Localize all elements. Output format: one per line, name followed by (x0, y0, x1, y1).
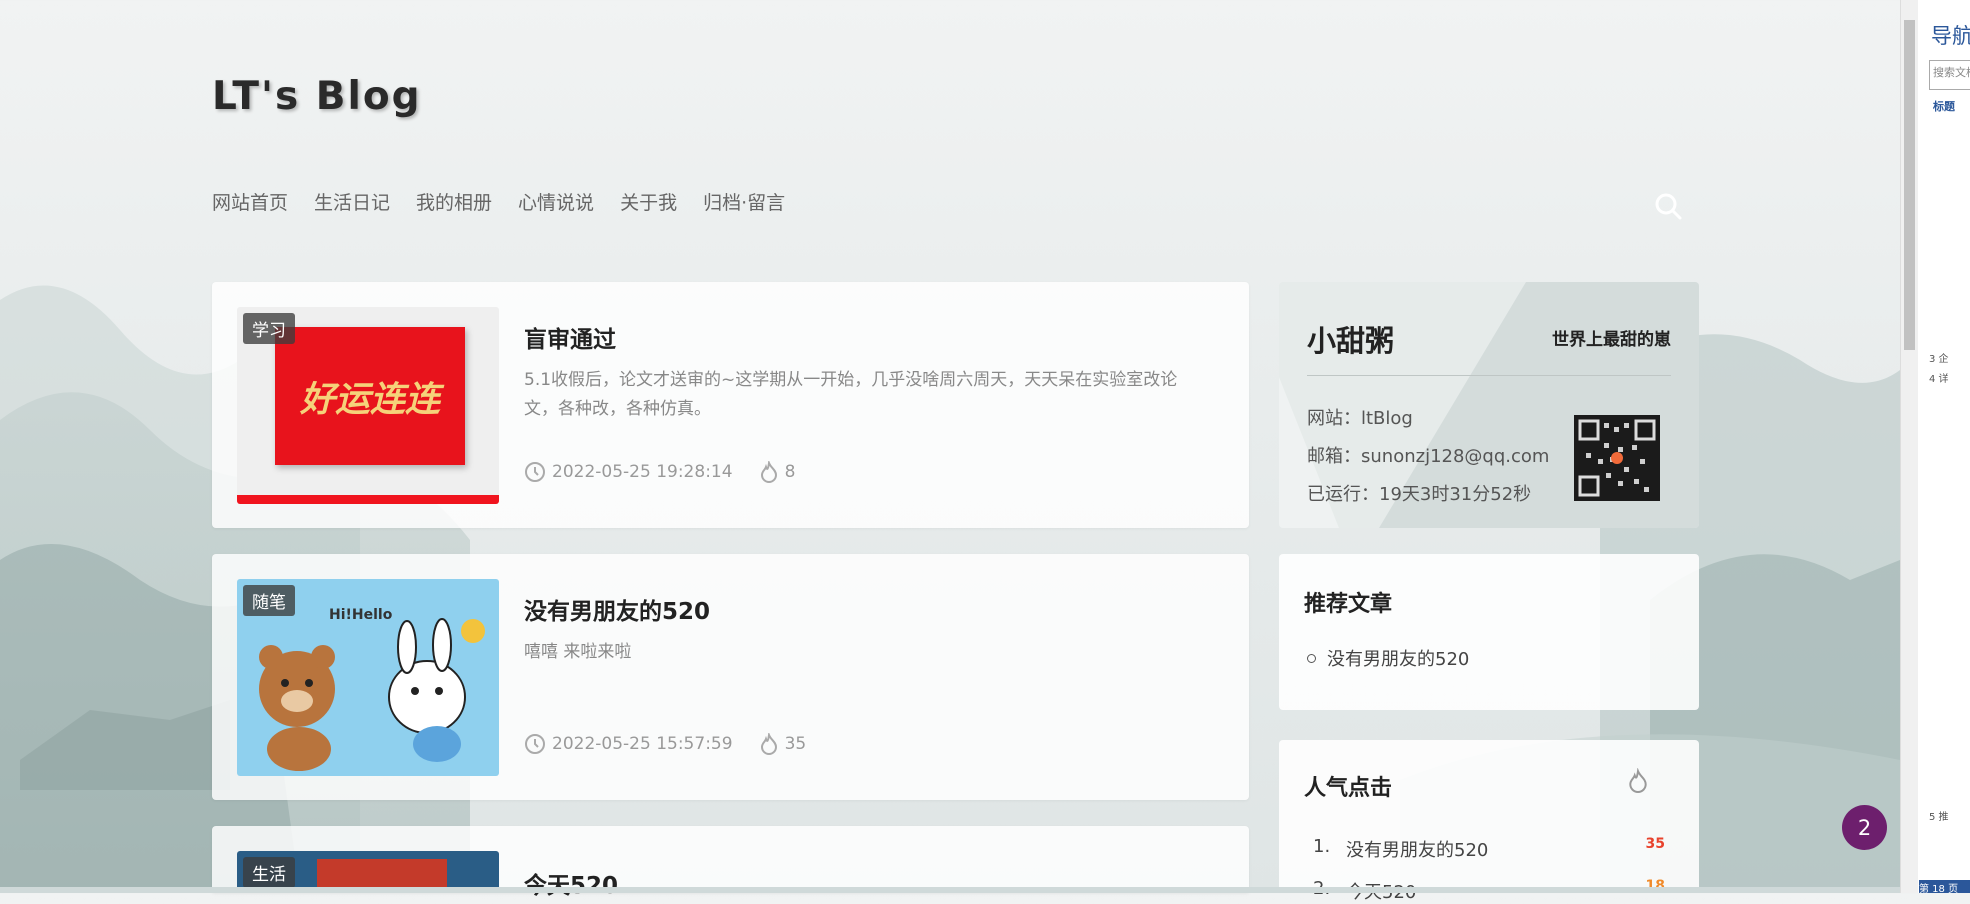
article-meta: 2022-05-25 15:57:59 35 (524, 733, 806, 755)
notification-badge[interactable]: 2 (1842, 805, 1887, 850)
recommended-item-label[interactable]: 没有男朋友的520 (1327, 645, 1469, 671)
article-excerpt: 5.1收假后，论文才送审的~这学期从一开始，几乎没啥周六周天，天天呆在实验室改论… (524, 370, 1178, 419)
main-nav: 网站首页 生活日记 我的相册 心情说说 关于我 归档·留言 (212, 188, 785, 215)
thumbnail-text: 好运连连 (299, 378, 440, 420)
popular-item[interactable]: 1. 没有男朋友的520 35 (1313, 836, 1665, 862)
nav-item-diary[interactable]: 生活日记 (314, 188, 390, 215)
article-title[interactable]: 今天520 (524, 866, 618, 900)
popular-rank: 1. (1313, 836, 1331, 857)
doc-heading-node[interactable]: 5 推 (1929, 808, 1949, 823)
nav-item-about[interactable]: 关于我 (620, 188, 677, 215)
doc-tab-headings[interactable]: 标题 (1933, 98, 1955, 114)
popular-item-title[interactable]: 没有男朋友的520 (1346, 836, 1646, 862)
article-card[interactable]: 好运连连 学习 盲审通过 5.1收假后，论文才送审的~这学期从一开始，几乎没啥周… (212, 282, 1249, 528)
qr-code (1574, 415, 1660, 501)
doc-heading-node[interactable]: 3 企 (1929, 350, 1949, 365)
article-card[interactable]: 生活 今天520 (212, 826, 1249, 899)
category-tag[interactable]: 学习 (243, 313, 295, 344)
thumbnail-stripe (237, 495, 499, 504)
nav-item-archive[interactable]: 归档·留言 (703, 188, 785, 215)
profile-email: 邮箱：sunonzj128@qq.com (1307, 446, 1550, 467)
recommended-widget: 推荐文章 没有男朋友的520 (1279, 554, 1699, 710)
site-title[interactable]: LT's Blog (212, 74, 422, 119)
nav-item-album[interactable]: 我的相册 (416, 188, 492, 215)
thumbnail-red-card: 好运连连 (275, 327, 465, 465)
profile-divider (1307, 375, 1671, 376)
article-title[interactable]: 盲审通过 (524, 320, 616, 354)
recommended-item[interactable]: 没有男朋友的520 (1307, 645, 1469, 671)
article-thumbnail[interactable]: Hi!Hello 随笔 (237, 579, 499, 776)
category-tag[interactable]: 随笔 (243, 585, 295, 616)
profile-uptime: 已运行：19天3时31分52秒 (1307, 484, 1532, 505)
document-navigation-panel: 导航 搜索文档 标题 3 企 4 详 5 推 第 18 页 (1900, 0, 1970, 893)
popular-title: 人气点击 (1304, 776, 1393, 801)
search-icon[interactable] (1653, 191, 1683, 221)
fire-icon (1629, 768, 1647, 793)
bottom-edge (0, 887, 1900, 893)
popular-item-count: 35 (1645, 836, 1665, 852)
clock-icon (525, 462, 545, 482)
recommended-title: 推荐文章 (1304, 592, 1393, 617)
article-title[interactable]: 没有男朋友的520 (524, 592, 710, 626)
profile-motto: 世界上最甜的崽 (1552, 330, 1671, 350)
article-thumbnail[interactable]: 好运连连 学习 (237, 307, 499, 504)
nav-item-mood[interactable]: 心情说说 (518, 188, 594, 215)
nav-item-home[interactable]: 网站首页 (212, 188, 288, 215)
doc-search-input[interactable]: 搜索文档 (1929, 60, 1970, 90)
doc-status-bar: 第 18 页 (1919, 880, 1970, 893)
profile-name: 小甜粥 (1307, 324, 1395, 358)
doc-heading-node[interactable]: 4 详 (1929, 370, 1949, 385)
fire-icon (760, 461, 777, 483)
profile-website: 网站：ltBlog (1307, 408, 1413, 429)
article-views: 8 (784, 462, 796, 482)
article-meta: 2022-05-25 19:28:14 8 (524, 461, 795, 483)
article-date: 2022-05-25 19:28:14 (552, 462, 733, 482)
fire-icon (760, 733, 777, 755)
article-views: 35 (784, 734, 807, 754)
scrollbar-thumb[interactable] (1904, 20, 1915, 350)
article-excerpt: 嘻嘻 来啦来啦 (524, 642, 632, 662)
popular-widget: 人气点击 1. 没有男朋友的520 35 2. 今天520 18 (1279, 740, 1699, 903)
clock-icon (525, 734, 545, 754)
article-card[interactable]: Hi!Hello 随笔 没有男朋友的520 嘻嘻 来啦来啦 2022-05-25… (212, 554, 1249, 800)
category-tag[interactable]: 生活 (243, 857, 295, 888)
article-date: 2022-05-25 15:57:59 (552, 734, 733, 754)
bullet-icon (1307, 653, 1316, 663)
doc-panel-title: 导航 (1931, 24, 1970, 48)
scrollbar[interactable] (1901, 0, 1918, 893)
profile-card: 小甜粥 世界上最甜的崽 网站：ltBlog 邮箱：sunonzj128@qq.c… (1279, 282, 1699, 528)
